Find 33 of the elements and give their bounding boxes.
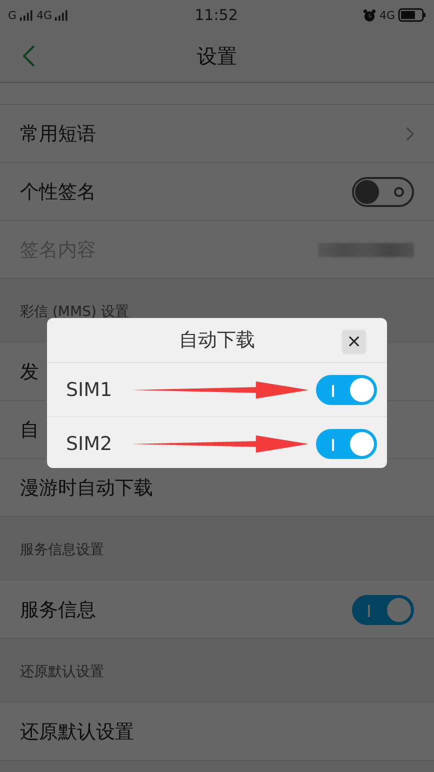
network-label: G — [8, 8, 17, 22]
toggle-switch[interactable] — [316, 374, 377, 404]
toggle-switch[interactable] — [352, 176, 414, 206]
battery-icon — [398, 8, 426, 22]
settings-row[interactable]: 常用短语 — [0, 105, 434, 163]
row-label: 服务信息 — [20, 598, 96, 622]
row-label: 常用短语 — [20, 122, 96, 146]
page-title: 设置 — [197, 42, 237, 70]
toggle-switch[interactable] — [316, 428, 377, 458]
dialog-title: 自动下载 — [179, 328, 255, 353]
toggle-switch[interactable] — [352, 594, 414, 624]
chevron-icon — [406, 126, 414, 140]
section-header: 服务信息设置 — [20, 541, 104, 559]
settings-row[interactable]: 还原默认设置 — [0, 703, 434, 761]
network-label: 4G — [379, 8, 395, 22]
row-label: 自 — [20, 418, 39, 442]
signal-icon — [20, 10, 34, 20]
close-button[interactable]: × — [342, 330, 366, 354]
section-header: 彩信 (MMS) 设置 — [20, 303, 129, 321]
back-icon — [22, 44, 36, 68]
network-label: 4G — [36, 8, 52, 22]
section-header: 还原默认设置 — [20, 663, 104, 681]
alarm-clock-icon — [363, 8, 376, 22]
sim-label: SIM2 — [66, 432, 114, 454]
sim-label: SIM1 — [66, 378, 114, 400]
row-label: 还原默认设置 — [20, 720, 134, 744]
row-label: 发 — [20, 360, 39, 384]
settings-row[interactable]: 服务信息 — [0, 581, 434, 639]
row-label: 个性签名 — [20, 180, 96, 204]
signal-icon — [55, 10, 70, 20]
row-label: 漫游时自动下载 — [20, 476, 153, 500]
status-time: 11:52 — [194, 6, 238, 24]
settings-row[interactable]: 个性签名 — [0, 163, 434, 221]
